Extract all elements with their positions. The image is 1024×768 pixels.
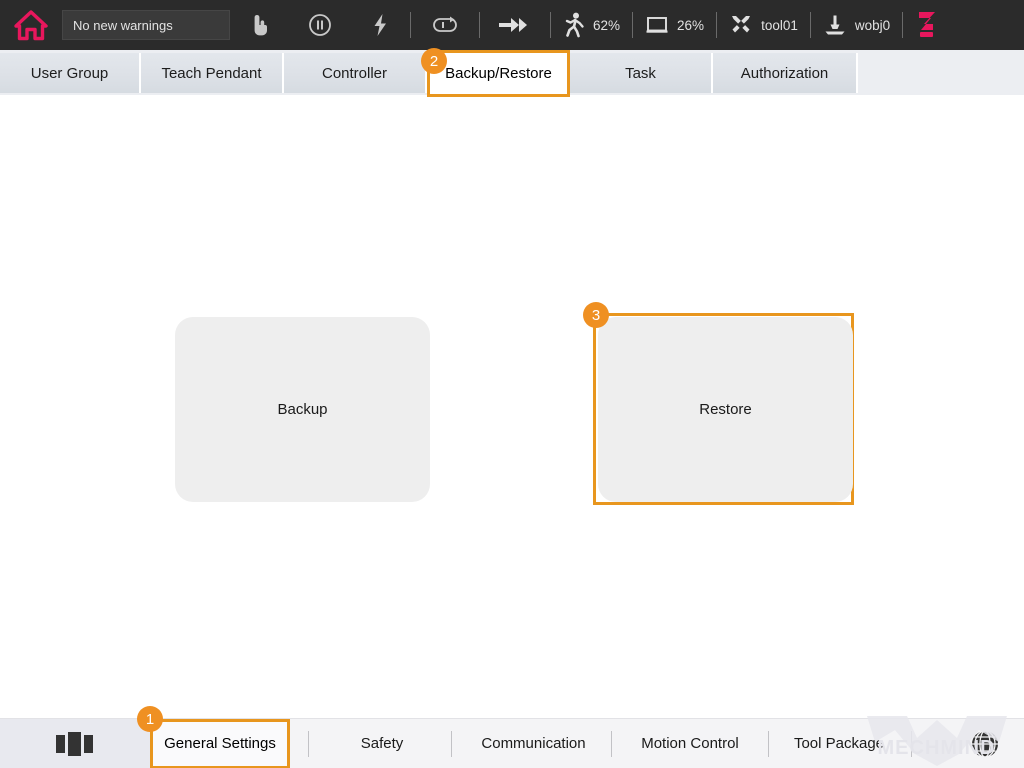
tool-value: tool01 bbox=[761, 17, 798, 33]
bottom-bar-filler bbox=[924, 719, 946, 768]
main-content-area: Backup Restore bbox=[0, 95, 1024, 718]
step-badge-1: 1 bbox=[137, 706, 163, 732]
step-badge-number: 1 bbox=[145, 710, 155, 728]
step-badge-number: 3 bbox=[591, 306, 601, 324]
robot-arm-icon bbox=[914, 9, 940, 41]
tab-label: Teach Pendant bbox=[161, 64, 262, 82]
bottom-item-label: Communication bbox=[481, 735, 586, 752]
loop-cycle-icon bbox=[431, 14, 459, 36]
speed-override-indicator[interactable]: 62% bbox=[551, 0, 632, 50]
pause-icon bbox=[308, 13, 332, 37]
warning-message-field[interactable]: No new warnings bbox=[62, 10, 230, 40]
screen-ratio-indicator[interactable]: 26% bbox=[633, 0, 716, 50]
settings-tab-strip: User Group Teach Pendant Controller Back… bbox=[0, 50, 1024, 97]
bottom-item-label: Motion Control bbox=[641, 735, 739, 752]
language-button[interactable] bbox=[946, 719, 1024, 768]
tab-label: Task bbox=[625, 64, 656, 82]
tab-teach-pendant[interactable]: Teach Pendant bbox=[141, 53, 284, 93]
step-badge-3: 3 bbox=[583, 302, 609, 328]
bottom-separator bbox=[911, 730, 912, 757]
bottom-item-label: Tool Package bbox=[793, 735, 885, 752]
bottom-item-communication[interactable]: Communication bbox=[466, 719, 601, 768]
bottom-item-general-settings[interactable]: General Settings bbox=[150, 718, 290, 768]
power-button[interactable] bbox=[350, 0, 410, 50]
tab-label: Controller bbox=[321, 64, 388, 82]
workobject-value: wobj0 bbox=[854, 17, 891, 33]
step-badge-2: 2 bbox=[421, 48, 447, 74]
workobject-icon bbox=[823, 13, 847, 37]
power-lightning-icon bbox=[370, 13, 390, 37]
manual-mode-button[interactable] bbox=[230, 0, 290, 50]
bottom-item-motion-control[interactable]: Motion Control bbox=[622, 719, 758, 768]
bottom-separator bbox=[308, 730, 309, 757]
warning-message-text: No new warnings bbox=[73, 17, 173, 33]
tool-indicator[interactable]: tool01 bbox=[717, 0, 810, 50]
bottom-item-label: General Settings bbox=[164, 735, 276, 752]
tab-user-group[interactable]: User Group bbox=[0, 53, 141, 93]
panels-layout-icon bbox=[54, 730, 96, 758]
panels-layout-button[interactable] bbox=[0, 718, 150, 768]
restore-button-highlight: Restore bbox=[593, 313, 854, 505]
bottom-item-tool-package[interactable]: Tool Package bbox=[779, 719, 899, 768]
robot-status-button[interactable] bbox=[903, 0, 951, 50]
cycle-mode-button[interactable] bbox=[411, 0, 479, 50]
home-icon bbox=[14, 9, 48, 41]
backup-button[interactable]: Backup bbox=[175, 317, 430, 502]
tab-controller[interactable]: Controller bbox=[284, 53, 427, 93]
speed-forward-icon bbox=[498, 16, 532, 34]
tab-backup-restore[interactable]: Backup/Restore bbox=[427, 50, 570, 97]
speed-button[interactable] bbox=[480, 0, 550, 50]
monitor-icon bbox=[645, 15, 669, 35]
workobject-indicator[interactable]: wobj0 bbox=[811, 0, 902, 50]
bottom-separator bbox=[611, 730, 612, 757]
app-root: No new warnings 62% 26% tool01 wobj0 Use… bbox=[0, 0, 1024, 768]
globe-language-icon bbox=[967, 726, 1003, 762]
tools-wrench-screwdriver-icon bbox=[729, 13, 753, 37]
top-status-bar: No new warnings 62% 26% tool01 wobj0 bbox=[0, 0, 1024, 50]
tab-strip-filler bbox=[858, 50, 1024, 95]
tab-label: Backup/Restore bbox=[445, 65, 552, 82]
screen-ratio-value: 26% bbox=[677, 17, 705, 33]
pause-button[interactable] bbox=[290, 0, 350, 50]
restore-button[interactable]: Restore bbox=[598, 317, 853, 502]
tab-label: Authorization bbox=[740, 64, 829, 82]
backup-button-label: Backup bbox=[277, 401, 328, 418]
bottom-item-label: Safety bbox=[360, 735, 404, 752]
step-badge-number: 2 bbox=[429, 52, 439, 70]
bottom-item-safety[interactable]: Safety bbox=[327, 719, 437, 768]
home-button[interactable] bbox=[0, 0, 62, 50]
tab-task[interactable]: Task bbox=[570, 53, 713, 93]
speed-override-value: 62% bbox=[593, 17, 621, 33]
manual-mode-hand-icon bbox=[249, 13, 271, 37]
bottom-separator bbox=[768, 730, 769, 757]
bottom-separator bbox=[451, 730, 452, 757]
tab-authorization[interactable]: Authorization bbox=[713, 53, 858, 93]
running-person-icon bbox=[563, 12, 585, 38]
restore-button-label: Restore bbox=[699, 401, 752, 418]
tab-label: User Group bbox=[30, 64, 109, 82]
